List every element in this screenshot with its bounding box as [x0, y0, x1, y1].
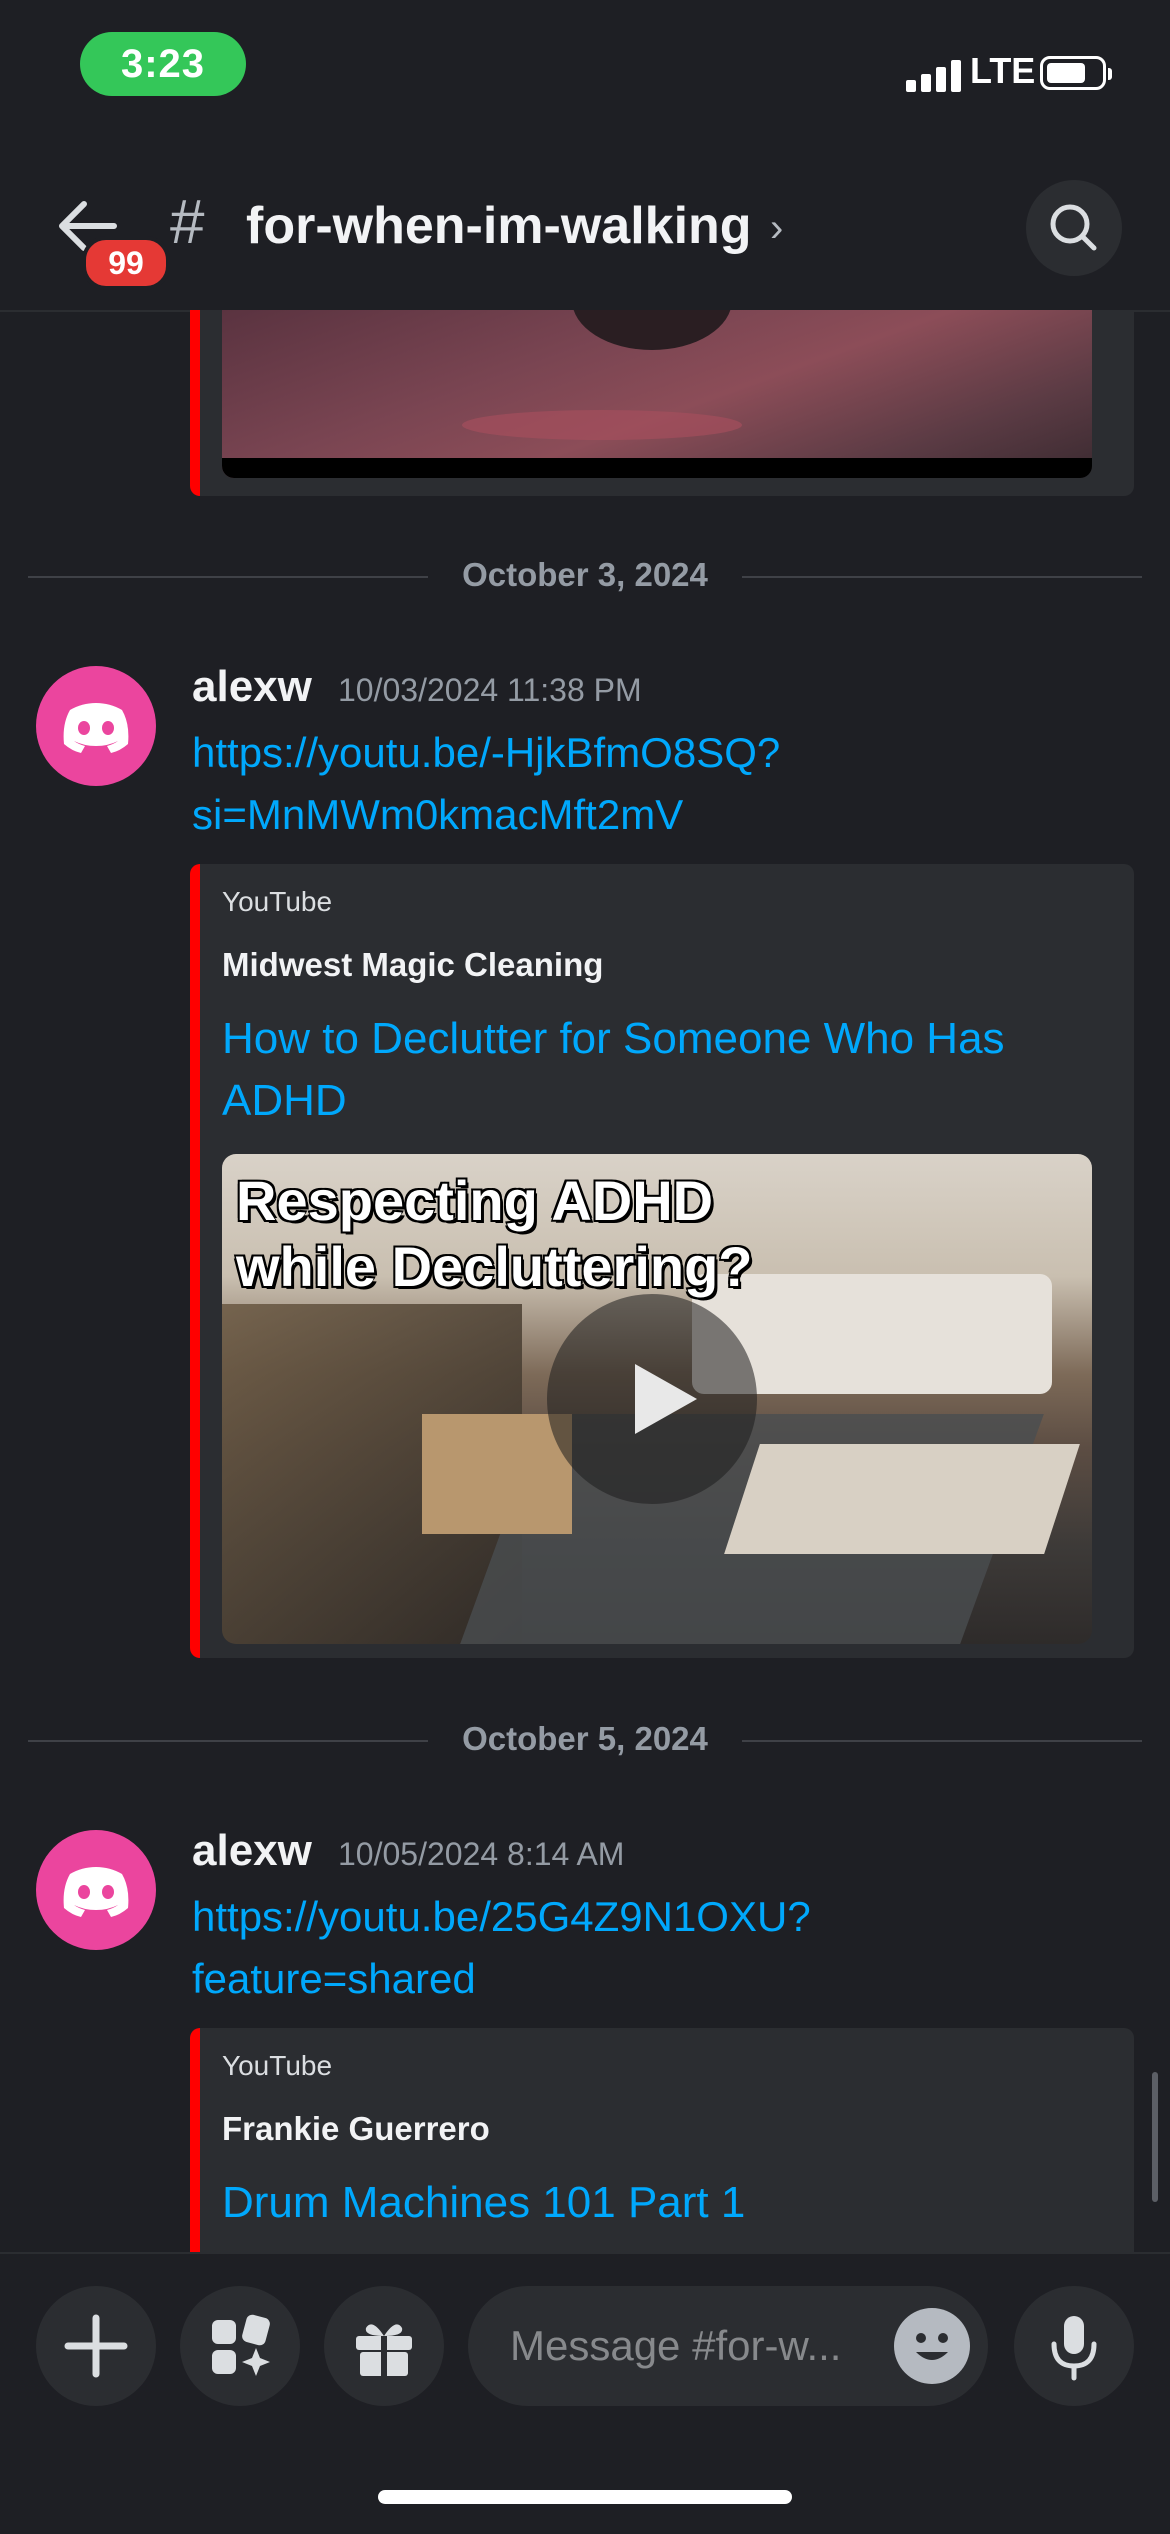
embed-title-line[interactable]: ADHD	[222, 1070, 1082, 1132]
microphone-icon	[1051, 2316, 1097, 2381]
battery-icon	[1040, 56, 1112, 90]
voice-message-button[interactable]	[1014, 2286, 1134, 2406]
play-button[interactable]	[547, 1294, 757, 1504]
chevron-right-icon[interactable]: ›	[770, 206, 783, 251]
search-button[interactable]	[1026, 180, 1122, 276]
date-divider-label: October 5, 2024	[462, 1720, 708, 1757]
home-indicator[interactable]	[378, 2490, 792, 2504]
thumbnail-caption: Respecting ADHD while Decluttering?	[236, 1168, 753, 1300]
message-author[interactable]: alexw	[192, 662, 312, 712]
play-icon	[635, 1364, 697, 1434]
message-link-line[interactable]: https://youtu.be/-HjkBfmO8SQ?	[192, 722, 1092, 784]
embed-title[interactable]: How to Declutter for Someone Who Has ADH…	[222, 1008, 1082, 1132]
gift-button[interactable]	[324, 2286, 444, 2406]
smiley-icon	[916, 2333, 948, 2360]
date-divider: October 3, 2024	[28, 556, 1142, 596]
message-link[interactable]: https://youtu.be/-HjkBfmO8SQ? si=MnMWm0k…	[192, 722, 1092, 846]
thumbnail-caption-line: while Decluttering?	[236, 1235, 753, 1298]
sparkle-apps-icon	[212, 2314, 270, 2376]
embed-title[interactable]: Drum Machines 101 Part 1	[222, 2172, 1082, 2234]
channel-header: 99 # for-when-im-walking ›	[0, 140, 1170, 312]
network-type: LTE	[970, 50, 1036, 91]
previous-video-thumbnail[interactable]	[222, 310, 1092, 478]
message-link-line[interactable]: si=MnMWm0kmacMft2mV	[192, 784, 1092, 846]
search-icon	[1050, 204, 1097, 251]
discord-logo-icon	[63, 703, 129, 753]
date-divider-label: October 3, 2024	[462, 556, 708, 593]
embed-provider: YouTube	[222, 2050, 333, 2081]
status-time[interactable]: 3:23	[80, 32, 246, 96]
message-link-line[interactable]: feature=shared	[192, 1948, 1092, 2010]
emoji-button[interactable]	[894, 2308, 970, 2384]
message-author[interactable]: alexw	[192, 1826, 312, 1876]
unread-badge: 99	[82, 236, 170, 290]
message-link-line[interactable]: https://youtu.be/25G4Z9N1OXU?	[192, 1886, 1092, 1948]
message-timestamp: 10/05/2024 8:14 AM	[338, 1836, 625, 1872]
apps-button[interactable]	[180, 2286, 300, 2406]
scrollbar[interactable]	[1152, 2072, 1158, 2202]
embed-provider: YouTube	[222, 886, 333, 917]
embed-author[interactable]: Frankie Guerrero	[222, 2110, 490, 2148]
channel-title[interactable]: for-when-im-walking	[246, 196, 752, 256]
embed-title-line[interactable]: How to Declutter for Someone Who Has	[222, 1008, 1082, 1070]
date-divider: October 5, 2024	[28, 1720, 1142, 1760]
plus-icon	[64, 2314, 128, 2378]
message-link[interactable]: https://youtu.be/25G4Z9N1OXU? feature=sh…	[192, 1886, 1092, 2010]
discord-logo-icon	[63, 1867, 129, 1917]
message-timestamp: 10/03/2024 11:38 PM	[338, 672, 642, 708]
avatar[interactable]	[36, 666, 156, 786]
avatar[interactable]	[36, 1830, 156, 1950]
embed-author[interactable]: Midwest Magic Cleaning	[222, 946, 603, 984]
cellular-signal-icon	[906, 58, 962, 92]
thumbnail-caption-line: Respecting ADHD	[236, 1169, 714, 1232]
video-thumbnail[interactable]: Respecting ADHD while Decluttering?	[222, 1154, 1092, 1644]
attach-button[interactable]	[36, 2286, 156, 2406]
status-bar: 3:23 LTE	[0, 0, 1170, 140]
gift-icon	[356, 2324, 412, 2376]
hashtag-icon: #	[170, 188, 205, 257]
